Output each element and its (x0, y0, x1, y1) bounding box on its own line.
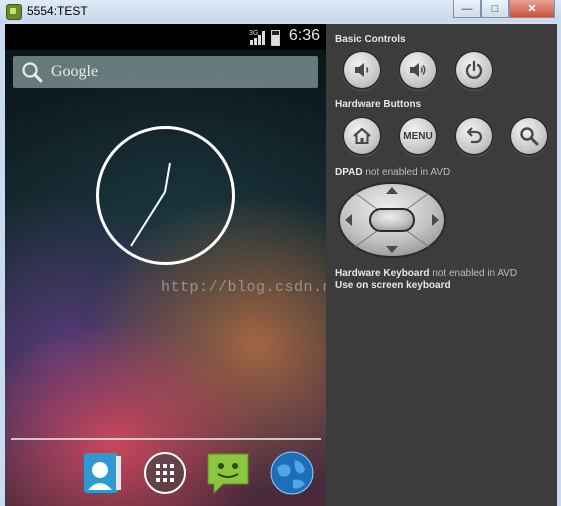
dpad-heading: DPAD not enabled in AVD (335, 167, 450, 178)
status-time: 6:36 (288, 27, 320, 44)
clock-minute-hand (164, 162, 171, 193)
volume-up-button[interactable] (398, 50, 438, 90)
emulator-app-icon (6, 4, 22, 20)
keyboard-heading: Hardware Keyboard not enabled in AVD (335, 268, 517, 279)
volume-down-button[interactable] (342, 50, 382, 90)
keyboard-heading-label: Hardware Keyboard (335, 268, 430, 279)
contacts-icon[interactable] (79, 450, 125, 496)
analog-clock-widget[interactable] (95, 125, 236, 266)
messaging-icon[interactable] (205, 450, 251, 496)
back-button[interactable] (454, 116, 494, 156)
window-frame-right (557, 22, 561, 506)
emulator-controls-panel: Basic Controls Hardware Buttons MENU DPA… (326, 24, 557, 506)
dpad-control[interactable] (337, 181, 447, 259)
close-button[interactable]: ✕ (509, 0, 555, 18)
search-placeholder: Google (51, 63, 99, 80)
volume-up-icon (410, 63, 426, 77)
search-icon (22, 62, 43, 83)
search-hardware-button[interactable] (509, 116, 549, 156)
dpad-status-note: not enabled in AVD (365, 167, 451, 178)
dpad-heading-label: DPAD (335, 167, 363, 178)
dpad-center-button (369, 208, 415, 232)
watermark-text: http://blog.csdn.net/movel (161, 279, 326, 296)
menu-button-label: MENU (403, 130, 433, 142)
clock-face (96, 126, 235, 265)
battery-icon (271, 30, 280, 46)
svg-text:3G: 3G (249, 30, 258, 37)
signal-3g-icon: 3G (249, 30, 265, 45)
onscreen-keyboard-label: Use on screen keyboard (335, 280, 451, 291)
google-search-bar[interactable]: Google (13, 56, 318, 88)
window-buttons: — □ ✕ (453, 0, 555, 18)
volume-down-icon (355, 63, 369, 77)
dock-divider (11, 438, 321, 440)
back-arrow-icon (466, 127, 483, 144)
power-icon (465, 60, 483, 79)
home-icon (353, 127, 371, 144)
app-drawer-icon[interactable] (142, 450, 188, 496)
basic-controls-heading: Basic Controls (335, 34, 406, 45)
browser-globe-icon[interactable] (269, 450, 315, 496)
keyboard-status-note: not enabled in AVD (432, 268, 518, 279)
home-button[interactable] (342, 116, 382, 156)
window-titlebar: 5554:TEST — □ ✕ (0, 0, 561, 22)
window-title: 5554:TEST (27, 4, 88, 18)
emulator-screen[interactable]: 3G 6:36 Google http://blog.csdn.net/move… (5, 24, 326, 506)
maximize-button[interactable]: □ (481, 0, 509, 18)
power-button[interactable] (454, 50, 494, 90)
clock-hour-hand (130, 191, 166, 247)
minimize-button[interactable]: — (453, 0, 481, 18)
status-bar: 3G 6:36 (5, 24, 326, 50)
menu-button[interactable]: MENU (398, 116, 438, 156)
hardware-buttons-heading: Hardware Buttons (335, 99, 422, 110)
magnifier-icon (520, 127, 539, 146)
